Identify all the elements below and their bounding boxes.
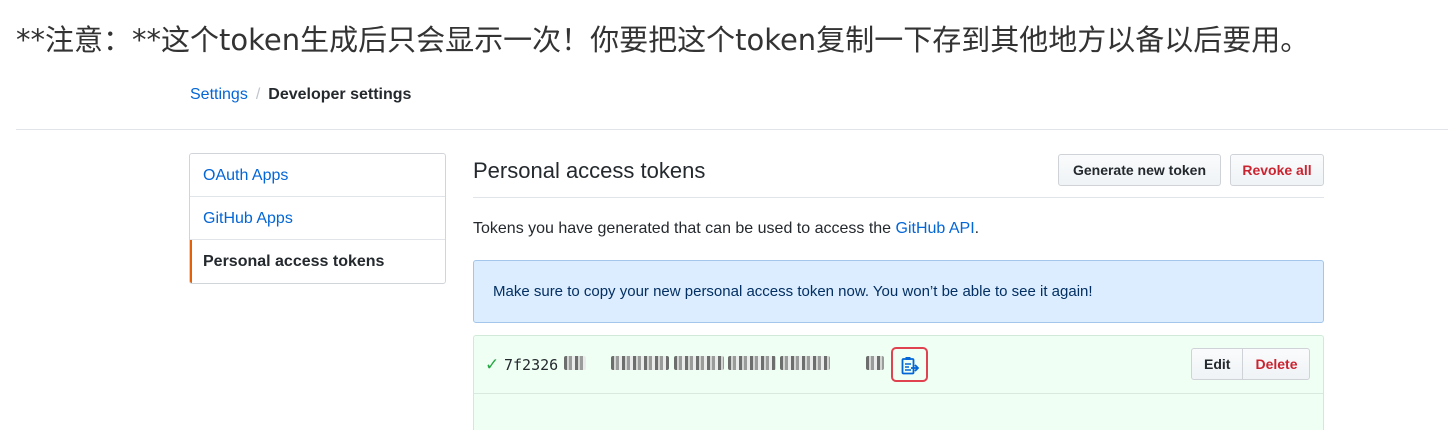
new-token-row: ✓ 7f2326 Edit Delete xyxy=(473,335,1324,430)
token-actions: Edit Delete xyxy=(1191,348,1311,380)
breadcrumb-separator: / xyxy=(255,86,261,103)
github-api-link[interactable]: GitHub API xyxy=(896,220,975,237)
edit-token-button[interactable]: Edit xyxy=(1192,349,1244,379)
header-divider xyxy=(16,129,1448,130)
copy-token-button[interactable] xyxy=(891,347,928,382)
check-icon: ✓ xyxy=(485,355,500,374)
clipboard-copy-icon xyxy=(901,357,919,375)
tokens-description: Tokens you have generated that can be us… xyxy=(473,219,979,239)
redacted-token-part xyxy=(611,356,669,370)
annotation-note: **注意：**这个token生成后只会显示一次！你要把这个token复制一下存到… xyxy=(16,23,1310,57)
delete-token-button[interactable]: Delete xyxy=(1243,349,1309,379)
redacted-token-part xyxy=(674,356,724,370)
title-divider xyxy=(473,197,1324,198)
redacted-token-part xyxy=(564,356,586,370)
description-text: Tokens you have generated that can be us… xyxy=(473,220,896,237)
redacted-token-part xyxy=(728,356,776,370)
redacted-token-part xyxy=(780,356,830,370)
sidebar-item-personal-access-tokens[interactable]: Personal access tokens xyxy=(190,240,445,283)
revoke-all-button[interactable]: Revoke all xyxy=(1230,154,1324,186)
token-value-prefix: 7f2326 xyxy=(504,356,559,374)
redacted-token-part xyxy=(866,356,884,370)
breadcrumb-current: Developer settings xyxy=(268,86,412,103)
sidebar-item-github-apps[interactable]: GitHub Apps xyxy=(190,197,445,240)
breadcrumb: Settings / Developer settings xyxy=(190,86,411,110)
token-row-divider xyxy=(474,393,1323,394)
copy-token-warning-flash: Make sure to copy your new personal acce… xyxy=(473,260,1324,323)
description-period: . xyxy=(974,220,980,237)
sidebar-item-oauth-apps[interactable]: OAuth Apps xyxy=(190,154,445,197)
settings-sidebar-menu: OAuth Apps GitHub Apps Personal access t… xyxy=(189,153,446,284)
page-title: Personal access tokens xyxy=(473,158,706,183)
breadcrumb-settings-link[interactable]: Settings xyxy=(190,86,248,103)
generate-new-token-button[interactable]: Generate new token xyxy=(1058,154,1221,186)
